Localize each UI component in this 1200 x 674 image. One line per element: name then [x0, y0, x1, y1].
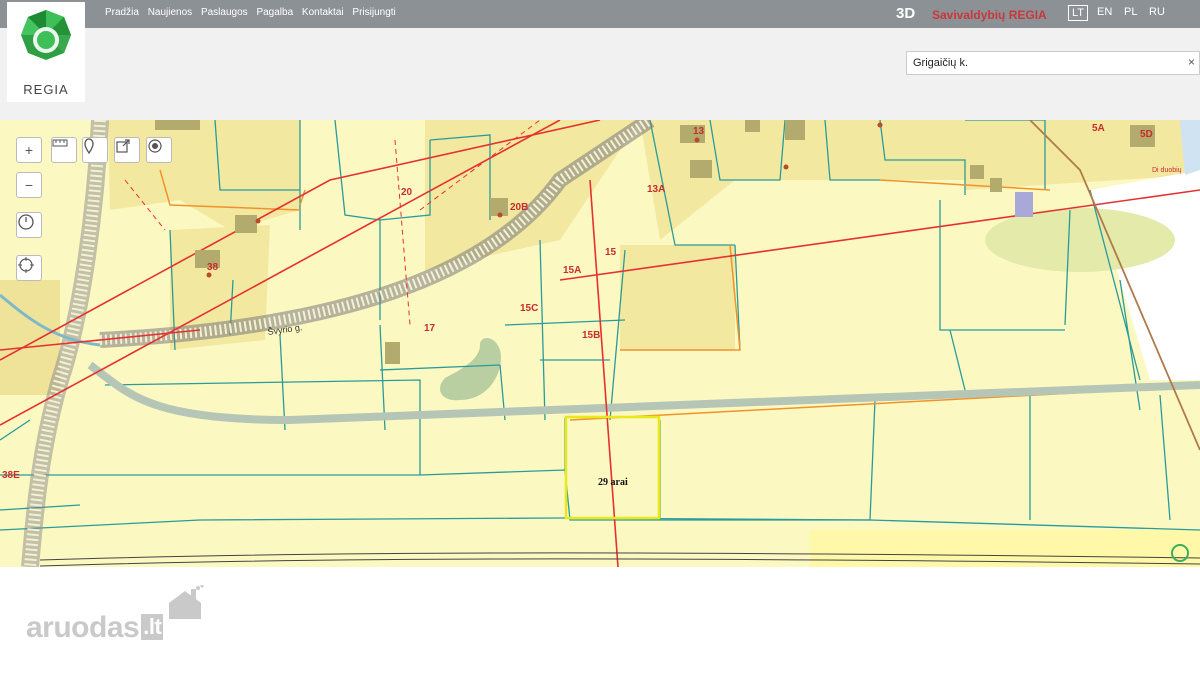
nav-item-prisijungti[interactable]: Prisijungti: [352, 7, 395, 18]
brand-title: Savivaldybių REGIA: [932, 8, 1047, 22]
zoom-in-button[interactable]: +: [16, 137, 42, 163]
regia-logo[interactable]: REGIA: [7, 2, 85, 102]
lang-lt-button[interactable]: LT: [1068, 5, 1089, 21]
parcel-label: 13A: [647, 184, 665, 195]
parcel-label: 15C: [520, 303, 538, 314]
house-icon: [169, 585, 204, 619]
pin-icon[interactable]: [82, 137, 108, 163]
parcel-label: 38E: [2, 470, 20, 481]
lang-ru-button[interactable]: RU: [1146, 5, 1168, 19]
parcel-label: 15A: [563, 265, 581, 276]
watermark-suffix: .lt: [141, 614, 164, 640]
main-menu: Pradžia Naujienos Paslaugos Pagalba Kont…: [105, 7, 402, 18]
parcel-label: 38: [207, 262, 219, 273]
residential-zone: [0, 280, 60, 395]
clock-icon[interactable]: [16, 212, 42, 238]
search-input[interactable]: [906, 51, 1200, 75]
footer: aruodas .lt: [0, 567, 1200, 674]
regia-logo-icon: [21, 10, 71, 60]
lang-pl-button[interactable]: PL: [1121, 5, 1140, 19]
top-navigation-bar: Pradžia Naujienos Paslaugos Pagalba Kont…: [0, 0, 1200, 28]
parcel-label: 15B: [582, 330, 600, 341]
logo-text: REGIA: [23, 82, 69, 97]
target-icon[interactable]: [146, 137, 172, 163]
parcel-label: 20B: [510, 202, 528, 213]
watermark-text: aruodas: [26, 611, 140, 644]
green-area: [985, 208, 1175, 272]
nav-item-pagalba[interactable]: Pagalba: [256, 7, 293, 18]
parcel-label: 17: [424, 323, 436, 334]
residential-zone: [620, 245, 735, 350]
parcel-label: 5D: [1140, 129, 1153, 140]
3d-view-button[interactable]: 3D: [896, 5, 915, 22]
parcel-label: 20: [401, 187, 413, 198]
nav-item-kontaktai[interactable]: Kontaktai: [302, 7, 344, 18]
nav-item-pradzia[interactable]: Pradžia: [105, 7, 139, 18]
lang-en-button[interactable]: EN: [1094, 5, 1115, 19]
aruodas-watermark: aruodas .lt: [26, 611, 164, 645]
selected-parcel-label: 29 arai: [598, 477, 628, 488]
cadastral-map[interactable]: 20 20B 13 13A 15 15A 15C 15B 17 38 38E 5…: [0, 120, 1200, 567]
parcel-label: 5A: [1092, 123, 1105, 134]
parcel-label: 13: [693, 126, 705, 137]
share-icon[interactable]: [114, 137, 140, 163]
nav-item-naujienos[interactable]: Naujienos: [148, 7, 192, 18]
crosshair-icon[interactable]: [16, 255, 42, 281]
ruler-icon[interactable]: [51, 137, 77, 163]
close-icon[interactable]: ×: [1188, 55, 1195, 69]
map-canvas[interactable]: 20 20B 13 13A 15 15A 15C 15B 17 38 38E 5…: [0, 120, 1200, 567]
place-label: Di duobių: [1152, 167, 1182, 174]
zoom-out-button[interactable]: −: [16, 172, 42, 198]
parcel-label: 15: [605, 247, 617, 258]
nav-item-paslaugos[interactable]: Paslaugos: [201, 7, 248, 18]
